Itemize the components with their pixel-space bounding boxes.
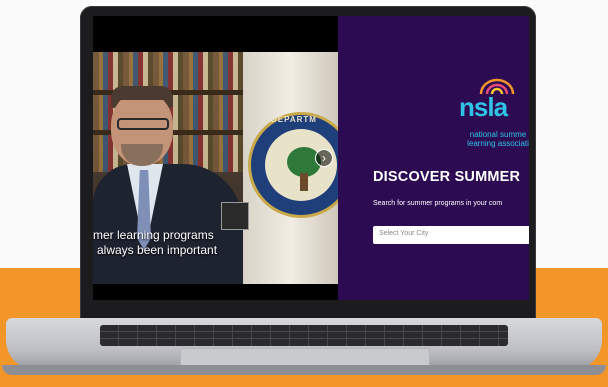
next-arrow-button[interactable]: › [315,149,333,167]
discover-heading: DISCOVER SUMMER [373,169,521,185]
caption-line-2: always been important [97,243,218,257]
video-player[interactable]: DEPARTM mer learning programs always bee… [93,16,338,300]
seal-text: DEPARTM [271,115,317,124]
video-caption: mer learning programs always been import… [93,228,338,258]
org-name-line-2: learning associati [467,139,529,148]
seal-trunk [300,173,308,191]
keyboard-row-divider [100,331,508,332]
city-select-placeholder: Select Your City [379,230,429,237]
organization-name: national summe learning associati [448,130,529,148]
search-description: Search for summer programs in your com [373,200,503,207]
caption-line-1: mer learning programs [93,228,214,242]
speaker-glasses [117,118,169,130]
discover-panel: nsla national summe learning associati D… [338,16,529,300]
laptop-screen: DEPARTM mer learning programs always bee… [93,16,529,300]
laptop-trackpad [180,348,430,366]
logo-wordmark: nsla [459,92,508,122]
laptop-keyboard [100,325,508,346]
keyboard-row-divider [100,338,508,339]
nsla-logo: nsla [459,78,529,128]
org-name-line-1: national summe [469,130,527,139]
speaker-hairline [111,86,173,100]
laptop-base-lip [2,365,606,375]
city-select[interactable]: Select Your City [373,226,529,244]
emblem-icon [221,202,249,230]
